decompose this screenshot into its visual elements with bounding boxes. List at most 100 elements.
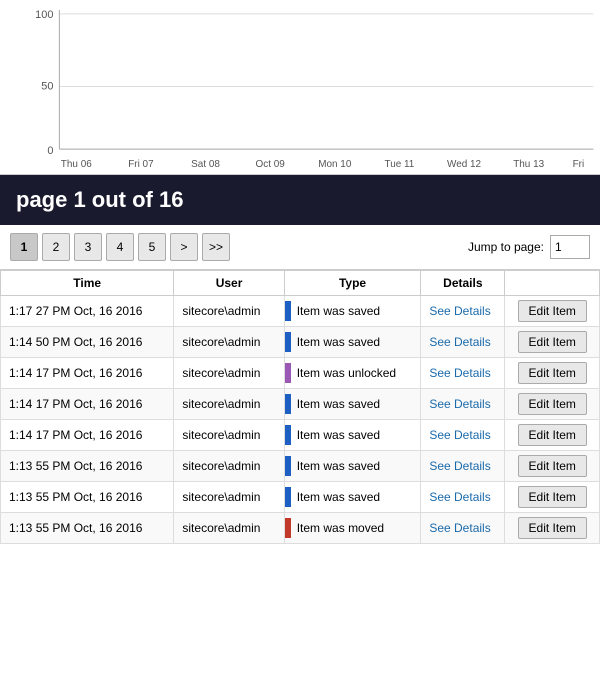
cell-action[interactable]: Edit Item bbox=[505, 482, 600, 513]
table-row: 1:14 17 PM Oct, 16 2016sitecore\adminIte… bbox=[1, 389, 600, 420]
edit-item-button[interactable]: Edit Item bbox=[518, 331, 587, 353]
cell-time: 1:17 27 PM Oct, 16 2016 bbox=[1, 296, 174, 327]
cell-details[interactable]: See Details bbox=[421, 513, 505, 544]
edit-item-button[interactable]: Edit Item bbox=[518, 362, 587, 384]
page-header: page 1 out of 16 bbox=[0, 175, 600, 225]
cell-details[interactable]: See Details bbox=[421, 327, 505, 358]
cell-type: Item was moved bbox=[284, 513, 421, 544]
cell-user: sitecore\admin bbox=[174, 296, 284, 327]
page-btn-1[interactable]: 1 bbox=[10, 233, 38, 261]
header-details: Details bbox=[421, 271, 505, 296]
type-text: Item was moved bbox=[297, 521, 384, 535]
cell-time: 1:14 17 PM Oct, 16 2016 bbox=[1, 420, 174, 451]
last-page-button[interactable]: >> bbox=[202, 233, 230, 261]
cell-action[interactable]: Edit Item bbox=[505, 327, 600, 358]
see-details-link[interactable]: See Details bbox=[429, 459, 490, 473]
table-header-row: Time User Type Details bbox=[1, 271, 600, 296]
type-cell-content: Item was saved bbox=[285, 425, 421, 445]
cell-user: sitecore\admin bbox=[174, 358, 284, 389]
page-title: page 1 out of 16 bbox=[16, 187, 183, 212]
cell-time: 1:14 50 PM Oct, 16 2016 bbox=[1, 327, 174, 358]
cell-details[interactable]: See Details bbox=[421, 420, 505, 451]
cell-details[interactable]: See Details bbox=[421, 358, 505, 389]
see-details-link[interactable]: See Details bbox=[429, 304, 490, 318]
see-details-link[interactable]: See Details bbox=[429, 335, 490, 349]
x-label-wed12: Wed 12 bbox=[447, 159, 482, 170]
x-label-fri07: Fri 07 bbox=[128, 159, 154, 170]
cell-details[interactable]: See Details bbox=[421, 482, 505, 513]
edit-item-button[interactable]: Edit Item bbox=[518, 424, 587, 446]
header-time: Time bbox=[1, 271, 174, 296]
see-details-link[interactable]: See Details bbox=[429, 521, 490, 535]
chart-area: 100 50 0 Thu 06 Fri 07 Sat 08 Oct 09 Mon… bbox=[0, 0, 600, 175]
cell-type: Item was saved bbox=[284, 482, 421, 513]
chart-svg: 100 50 0 Thu 06 Fri 07 Sat 08 Oct 09 Mon… bbox=[0, 0, 600, 174]
cell-time: 1:13 55 PM Oct, 16 2016 bbox=[1, 451, 174, 482]
cell-type: Item was saved bbox=[284, 327, 421, 358]
type-cell-content: Item was saved bbox=[285, 332, 421, 352]
page-btn-4[interactable]: 4 bbox=[106, 233, 134, 261]
x-label-oct09: Oct 09 bbox=[256, 159, 286, 170]
type-cell-content: Item was saved bbox=[285, 487, 421, 507]
table-row: 1:13 55 PM Oct, 16 2016sitecore\adminIte… bbox=[1, 451, 600, 482]
type-color-bar bbox=[285, 332, 291, 352]
cell-action[interactable]: Edit Item bbox=[505, 296, 600, 327]
table-row: 1:13 55 PM Oct, 16 2016sitecore\admin Ite… bbox=[1, 513, 600, 544]
cell-details[interactable]: See Details bbox=[421, 296, 505, 327]
table-row: 1:14 17 PM Oct, 16 2016sitecore\adminIte… bbox=[1, 358, 600, 389]
table-row: 1:14 50 PM Oct, 16 2016sitecore\adminIte… bbox=[1, 327, 600, 358]
type-text: Item was saved bbox=[297, 428, 380, 442]
see-details-link[interactable]: See Details bbox=[429, 366, 490, 380]
type-cell-content: Item was moved bbox=[285, 518, 421, 538]
type-color-bar bbox=[285, 456, 291, 476]
cell-type: Item was saved bbox=[284, 451, 421, 482]
cell-action[interactable]: Edit Item bbox=[505, 420, 600, 451]
type-text: Item was saved bbox=[297, 490, 380, 504]
cell-details[interactable]: See Details bbox=[421, 451, 505, 482]
type-color-bar bbox=[285, 425, 291, 445]
jump-input[interactable] bbox=[550, 235, 590, 259]
type-text: Item was unlocked bbox=[297, 366, 396, 380]
type-text: Item was saved bbox=[297, 397, 380, 411]
page-btn-5[interactable]: 5 bbox=[138, 233, 166, 261]
cell-action[interactable]: Edit Item bbox=[505, 358, 600, 389]
see-details-link[interactable]: See Details bbox=[429, 428, 490, 442]
cell-type: Item was saved bbox=[284, 296, 421, 327]
cell-user: sitecore\admin bbox=[174, 513, 284, 544]
next-page-button[interactable]: > bbox=[170, 233, 198, 261]
cell-action[interactable]: Edit Item bbox=[505, 389, 600, 420]
type-cell-content: Item was saved bbox=[285, 301, 421, 321]
table-row: 1:17 27 PM Oct, 16 2016sitecore\admin Ite… bbox=[1, 296, 600, 327]
edit-item-button[interactable]: Edit Item bbox=[518, 455, 587, 477]
header-action bbox=[505, 271, 600, 296]
jump-label: Jump to page: bbox=[468, 240, 544, 254]
cell-type: Item was saved bbox=[284, 420, 421, 451]
see-details-link[interactable]: See Details bbox=[429, 397, 490, 411]
cell-action[interactable]: Edit Item bbox=[505, 451, 600, 482]
edit-item-button[interactable]: Edit Item bbox=[518, 486, 587, 508]
edit-item-button[interactable]: Edit Item bbox=[518, 393, 587, 415]
type-color-bar bbox=[285, 518, 291, 538]
type-color-bar bbox=[285, 363, 291, 383]
cell-time: 1:13 55 PM Oct, 16 2016 bbox=[1, 513, 174, 544]
page-btn-3[interactable]: 3 bbox=[74, 233, 102, 261]
x-label-tue11: Tue 11 bbox=[385, 159, 415, 170]
cell-time: 1:13 55 PM Oct, 16 2016 bbox=[1, 482, 174, 513]
type-cell-content: Item was saved bbox=[285, 394, 421, 414]
table-row: 1:14 17 PM Oct, 16 2016sitecore\adminIte… bbox=[1, 420, 600, 451]
cell-user: sitecore\admin bbox=[174, 451, 284, 482]
jump-to-page: Jump to page: bbox=[468, 235, 590, 259]
cell-action[interactable]: Edit Item bbox=[505, 513, 600, 544]
x-label-thu06: Thu 06 bbox=[61, 159, 92, 170]
see-details-link[interactable]: See Details bbox=[429, 490, 490, 504]
cell-time: 1:14 17 PM Oct, 16 2016 bbox=[1, 389, 174, 420]
edit-item-button[interactable]: Edit Item bbox=[518, 517, 587, 539]
edit-item-button[interactable]: Edit Item bbox=[518, 300, 587, 322]
y-label-0: 0 bbox=[47, 145, 53, 157]
page-btn-2[interactable]: 2 bbox=[42, 233, 70, 261]
type-text: Item was saved bbox=[297, 304, 380, 318]
x-label-mon10: Mon 10 bbox=[318, 159, 352, 170]
cell-details[interactable]: See Details bbox=[421, 389, 505, 420]
cell-user: sitecore\admin bbox=[174, 327, 284, 358]
log-table: Time User Type Details 1:17 27 PM Oct, 1… bbox=[0, 270, 600, 544]
